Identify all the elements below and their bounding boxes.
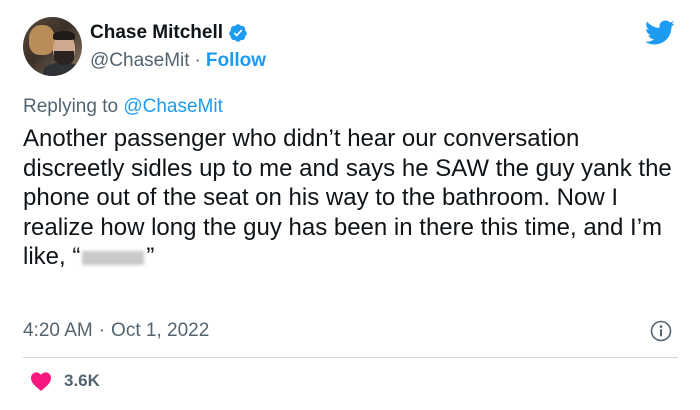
tweet-timestamp[interactable]: 4:20 AM · Oct 1, 2022: [23, 320, 209, 342]
separator-dot: ·: [98, 320, 106, 341]
reply-prefix: Replying to: [23, 96, 119, 117]
reply-mention-link[interactable]: @ChaseMit: [123, 96, 223, 117]
info-icon[interactable]: [650, 320, 672, 342]
twitter-bird-icon[interactable]: [645, 20, 675, 46]
divider: [23, 357, 678, 358]
tweet-text: Another passenger who didn’t hear our co…: [23, 124, 683, 272]
author-handle-row: @ChaseMit · Follow: [90, 50, 266, 72]
author-name[interactable]: Chase Mitchell: [90, 22, 223, 44]
tweet-time[interactable]: 4:20 AM: [23, 320, 93, 342]
tweet-text-end: ”: [146, 243, 155, 270]
reply-context: Replying to @ChaseMit: [23, 96, 223, 118]
author-handle[interactable]: @ChaseMit: [90, 50, 190, 72]
tweet-text-main: Another passenger who didn’t hear our co…: [23, 125, 672, 270]
heart-icon[interactable]: [30, 371, 52, 391]
like-count: 3.6K: [64, 371, 100, 390]
verified-badge-icon: [229, 24, 247, 42]
like-action[interactable]: 3.6K: [30, 371, 100, 391]
tweet-card: Chase Mitchell @ChaseMit · Follow Replyi…: [0, 0, 700, 410]
tweet-date[interactable]: Oct 1, 2022: [111, 320, 209, 342]
follow-button[interactable]: Follow: [206, 50, 266, 72]
avatar[interactable]: [23, 17, 82, 76]
redacted-word: [82, 250, 145, 265]
separator-dot: ·: [194, 50, 201, 71]
author-name-row: Chase Mitchell: [90, 22, 248, 44]
